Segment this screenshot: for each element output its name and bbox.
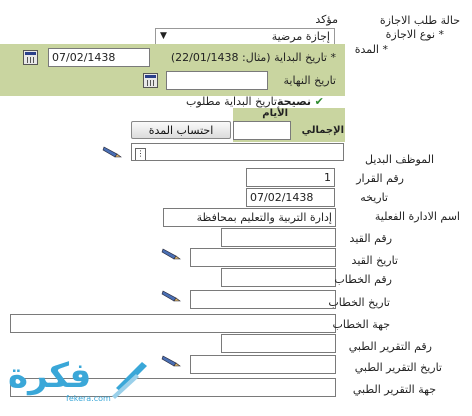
duration-label: * المدة	[354, 43, 388, 56]
decision-date-label: تاريخه	[360, 191, 388, 204]
end-date-input[interactable]	[166, 71, 268, 90]
entry-number-input[interactable]	[221, 228, 336, 247]
lookup-icon[interactable]: ⋮	[135, 148, 146, 160]
tip-line: ✔ نصيحةتاريخ البداية مطلوب	[186, 95, 324, 108]
letter-number-input[interactable]	[221, 268, 336, 287]
chevron-down-icon: ▼	[160, 31, 167, 41]
admin-input[interactable]: إدارة التربية والتعليم بمحافظة	[163, 208, 336, 227]
entry-date-input[interactable]	[190, 248, 336, 267]
edit-pencil-icon[interactable]	[161, 247, 181, 261]
status-value: مؤكد	[315, 13, 338, 26]
admin-label: اسم الادارة الفعلية	[374, 210, 460, 223]
check-icon: ✔	[314, 95, 324, 108]
days-label: الأيام	[262, 108, 288, 119]
decision-number-input[interactable]: 1	[246, 168, 335, 187]
tip-text: تاريخ البداية مطلوب	[186, 95, 277, 108]
end-date-label: تاريخ النهاية	[283, 74, 337, 87]
letter-party-label: جهة الخطاب	[332, 318, 390, 331]
edit-pencil-icon[interactable]	[161, 354, 181, 368]
status-label: حالة طلب الاجازة	[379, 14, 460, 27]
watermark-logo: فكرة fekera.com	[4, 354, 154, 410]
calculate-duration-button[interactable]: احتساب المدة	[131, 121, 231, 139]
report-number-input[interactable]	[221, 334, 336, 353]
watermark-brand: فكرة	[8, 356, 92, 396]
calendar-icon[interactable]	[143, 73, 158, 88]
days-input[interactable]	[233, 121, 291, 140]
calendar-icon[interactable]	[23, 50, 38, 65]
entry-date-label: تاريخ القيد	[351, 254, 398, 267]
edit-pencil-icon[interactable]	[102, 145, 122, 159]
tip-title: نصيحة	[277, 95, 312, 108]
entry-number-label: رقم القيد	[349, 232, 392, 245]
substitute-label: الموظف البديل	[365, 153, 434, 166]
start-date-label: * تاريخ البداية (مثال: 22/01/1438)	[170, 51, 336, 64]
letter-date-input[interactable]	[190, 290, 336, 309]
letter-party-input[interactable]	[10, 314, 336, 333]
report-date-label: تاريخ التقرير الطبي	[354, 361, 442, 374]
edit-pencil-icon[interactable]	[161, 289, 181, 303]
start-date-input[interactable]: 07/02/1438	[48, 48, 150, 67]
decision-number-label: رقم القرار	[356, 172, 404, 185]
letter-date-label: تاريخ الخطاب	[328, 296, 390, 309]
watermark-site: fekera.com	[66, 394, 111, 403]
leave-type-label: * نوع الاجازة	[385, 28, 444, 41]
total-label: الإجمالي	[301, 125, 344, 136]
letter-number-label: رقم الخطاب	[334, 273, 392, 286]
report-number-label: رقم التقرير الطبي	[348, 340, 432, 353]
decision-date-input[interactable]: 07/02/1438	[246, 188, 335, 207]
leave-type-select[interactable]: إجازة مرضية ▼	[155, 28, 335, 45]
substitute-input[interactable]: ⋮	[131, 143, 344, 161]
leave-type-value: إجازة مرضية	[271, 30, 330, 43]
report-party-label: جهة التقرير الطبي	[352, 383, 436, 396]
report-date-input[interactable]	[190, 355, 336, 374]
